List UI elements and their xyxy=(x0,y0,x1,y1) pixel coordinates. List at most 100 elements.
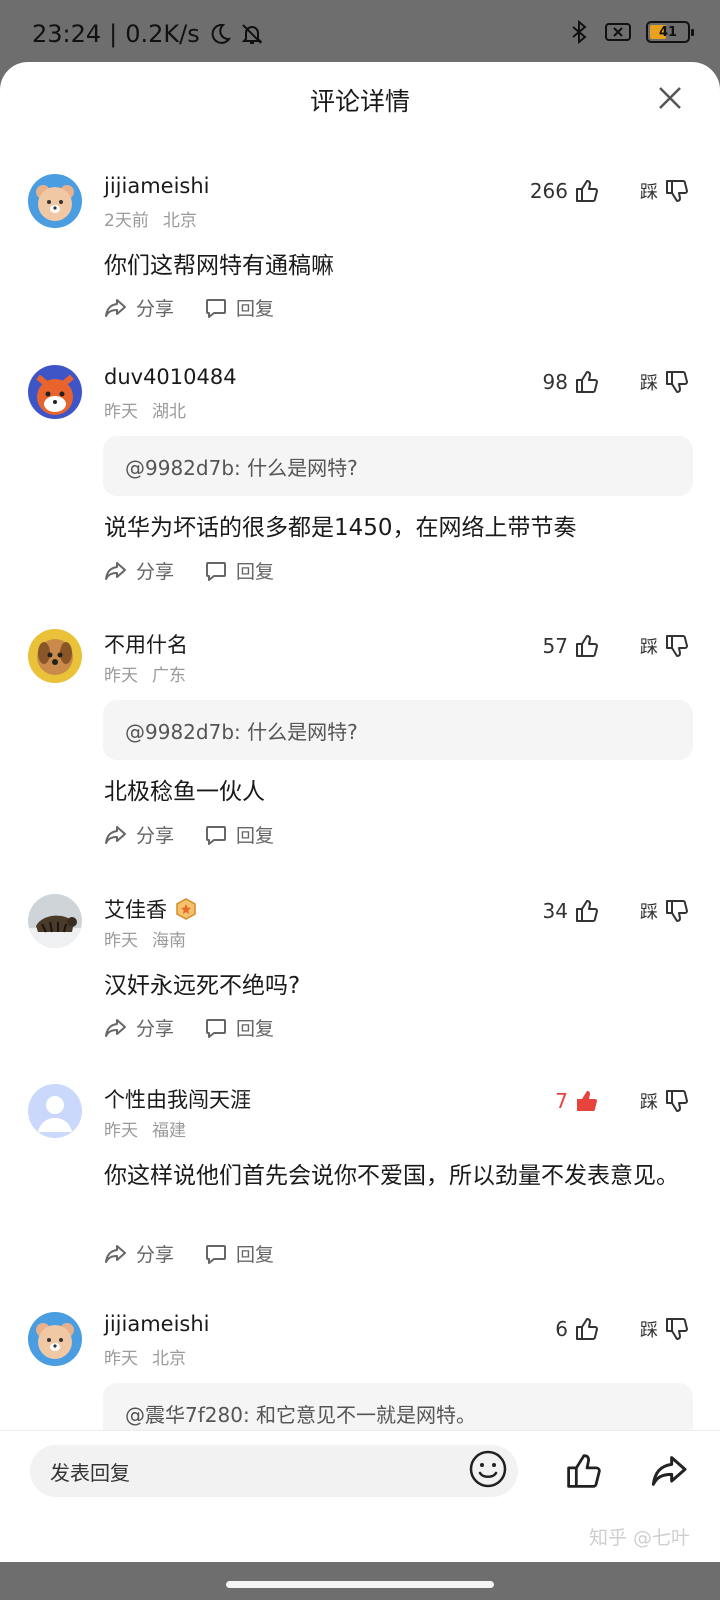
share-label: 分享 xyxy=(136,561,175,583)
thumbs-down-icon xyxy=(666,371,688,393)
share-label: 分享 xyxy=(136,825,175,847)
reply-label: 回复 xyxy=(236,1018,275,1040)
like-count: 6 xyxy=(555,1317,568,1341)
avatar[interactable] xyxy=(28,1312,82,1366)
dislike-button[interactable]: 踩 xyxy=(640,1088,690,1114)
reply-input[interactable]: 发表回复 xyxy=(30,1445,518,1497)
share-label: 分享 xyxy=(136,1244,175,1266)
share-icon xyxy=(105,298,126,317)
comment-icon xyxy=(206,825,227,845)
quoted-reply[interactable]: @9982d7b: 什么是网特? xyxy=(103,436,693,496)
like-button[interactable]: 6 xyxy=(555,1316,600,1342)
dislike-label: 踩 xyxy=(640,902,658,923)
share-icon xyxy=(105,1244,126,1263)
status-time: 23:24 xyxy=(32,20,102,48)
username[interactable]: 艾佳香 xyxy=(104,894,197,924)
badge-icon xyxy=(176,898,196,920)
reply-label: 回复 xyxy=(236,825,275,847)
comment-meta: 2天前 北京 xyxy=(104,211,197,231)
like-icon[interactable] xyxy=(564,1451,604,1491)
share-icon[interactable] xyxy=(650,1451,690,1491)
thumbs-up-icon xyxy=(576,180,598,202)
username[interactable]: jijiameishi xyxy=(104,174,210,198)
username[interactable]: duv4010484 xyxy=(104,365,237,389)
thumbs-up-icon xyxy=(576,371,598,393)
share-label: 分享 xyxy=(136,1018,175,1040)
username[interactable]: jijiameishi xyxy=(104,1312,210,1336)
reply-button[interactable]: 回复 xyxy=(204,1014,274,1041)
comment-text: 你们这帮网特有通稿嘛 xyxy=(104,253,334,279)
like-count: 7 xyxy=(555,1089,568,1113)
avatar[interactable] xyxy=(28,365,82,419)
dislike-label: 踩 xyxy=(640,1092,658,1113)
status-left: 23:24 | 0.2K/s xyxy=(32,20,264,48)
comment-actions: 分享 回复 xyxy=(104,1240,274,1267)
share-button[interactable]: 分享 xyxy=(104,557,174,584)
home-indicator[interactable] xyxy=(226,1581,494,1588)
dislike-button[interactable]: 踩 xyxy=(640,369,690,395)
thumbs-up-icon xyxy=(576,1318,598,1340)
username[interactable]: 不用什名 xyxy=(104,629,188,659)
reply-button[interactable]: 回复 xyxy=(204,1240,274,1267)
comment-actions: 分享 回复 xyxy=(104,821,274,848)
battery-level: 41 xyxy=(658,24,678,40)
username[interactable]: 个性由我闯天涯 xyxy=(104,1084,251,1114)
comment-detail-sheet: 评论详情 jijiameishi 2天前 北京 266 踩 你们这帮网特有通稿嘛 … xyxy=(0,62,720,1562)
dislike-button[interactable]: 踩 xyxy=(640,1316,690,1342)
dislike-label: 踩 xyxy=(640,373,658,394)
reply-label: 回复 xyxy=(236,298,275,320)
like-count: 266 xyxy=(529,179,568,203)
like-count: 57 xyxy=(542,634,568,658)
comment-meta: 昨天 北京 xyxy=(104,1349,186,1369)
thumbs-up-icon xyxy=(576,635,598,657)
no-sim-icon xyxy=(605,23,631,41)
avatar[interactable] xyxy=(28,894,82,948)
emoji-icon[interactable] xyxy=(468,1449,508,1489)
dislike-label: 踩 xyxy=(640,182,658,203)
quoted-reply[interactable]: @9982d7b: 什么是网特? xyxy=(103,700,693,760)
reply-label: 回复 xyxy=(236,1244,275,1266)
reply-placeholder: 发表回复 xyxy=(50,1460,130,1485)
reply-button[interactable]: 回复 xyxy=(204,821,274,848)
like-button[interactable]: 98 xyxy=(543,369,600,395)
comment-meta: 昨天 广东 xyxy=(104,666,186,686)
reply-button[interactable]: 回复 xyxy=(204,557,274,584)
close-icon[interactable] xyxy=(656,84,684,112)
reply-button[interactable]: 回复 xyxy=(204,294,274,321)
thumbs-down-icon xyxy=(666,1090,688,1112)
status-right: 41 xyxy=(568,20,694,44)
watermark: 知乎 @七叶 xyxy=(588,1527,690,1549)
comment-actions: 分享 回复 xyxy=(104,1014,274,1041)
share-button[interactable]: 分享 xyxy=(104,294,174,321)
avatar[interactable] xyxy=(28,629,82,683)
comment-icon xyxy=(206,1018,227,1038)
like-button[interactable]: 266 xyxy=(530,178,600,204)
reply-bar: 发表回复 知乎 @七叶 xyxy=(0,1430,720,1549)
avatar[interactable] xyxy=(28,174,82,228)
dislike-button[interactable]: 踩 xyxy=(640,898,690,924)
bluetooth-icon xyxy=(572,20,587,44)
share-icon xyxy=(105,561,126,580)
dislike-button[interactable]: 踩 xyxy=(640,178,690,204)
status-speed: 0.2K/s xyxy=(125,20,200,48)
avatar[interactable] xyxy=(28,1084,82,1138)
thumbs-up-icon xyxy=(576,900,598,922)
comment-icon xyxy=(206,561,227,581)
share-button[interactable]: 分享 xyxy=(104,1240,174,1267)
status-bar: 23:24 | 0.2K/s 41 xyxy=(0,0,720,66)
comment-actions: 分享 回复 xyxy=(104,557,274,584)
like-button[interactable]: 34 xyxy=(543,898,600,924)
like-button[interactable]: 57 xyxy=(543,633,600,659)
comment-meta: 昨天 福建 xyxy=(104,1121,186,1141)
share-button[interactable]: 分享 xyxy=(104,821,174,848)
comment-text: 汉奸永远死不绝吗? xyxy=(104,973,301,999)
share-button[interactable]: 分享 xyxy=(104,1014,174,1041)
dislike-button[interactable]: 踩 xyxy=(640,633,690,659)
share-icon xyxy=(105,1018,126,1037)
comment-meta: 昨天 海南 xyxy=(104,931,186,951)
reply-label: 回复 xyxy=(236,561,275,583)
share-label: 分享 xyxy=(136,298,175,320)
like-button[interactable]: 7 xyxy=(555,1088,600,1114)
bell-off-icon xyxy=(241,24,263,44)
like-count: 34 xyxy=(542,899,568,923)
